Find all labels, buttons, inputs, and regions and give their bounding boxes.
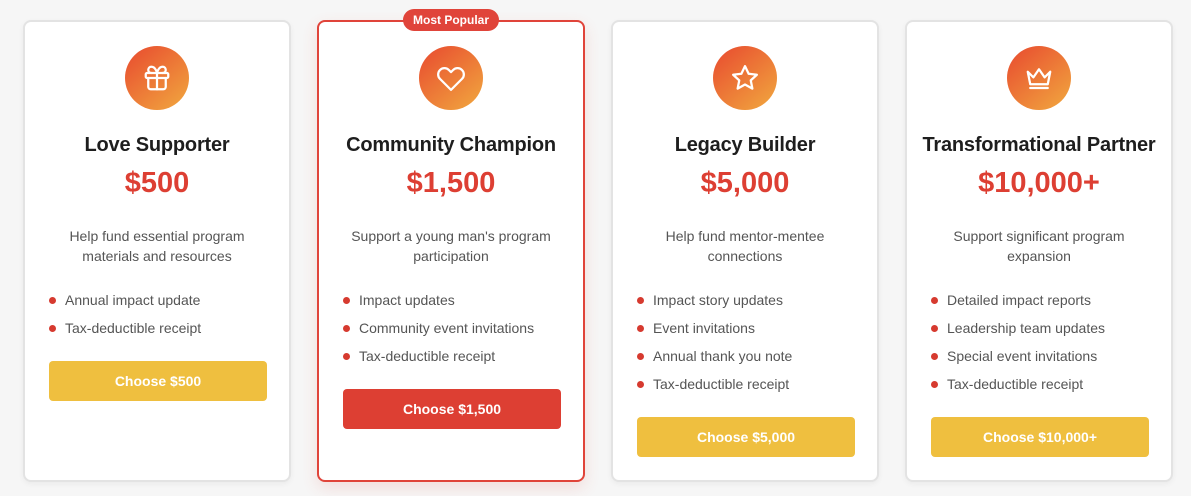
- benefit-item: Special event invitations: [931, 346, 1159, 374]
- benefit-item: Event invitations: [637, 318, 865, 346]
- benefit-text: Event invitations: [653, 320, 755, 336]
- choose-500-button[interactable]: Choose $500: [49, 361, 267, 401]
- tier-card-transformational-partner: Transformational Partner $10,000+ Suppor…: [905, 20, 1173, 482]
- tier-description: Support a young man's program participat…: [351, 228, 551, 264]
- benefit-item: Leadership team updates: [931, 318, 1159, 346]
- benefit-text: Impact story updates: [653, 292, 783, 308]
- crown-icon: [1007, 46, 1071, 110]
- tier-card-legacy-builder: Legacy Builder $5,000 Help fund mentor-m…: [611, 20, 879, 482]
- benefit-list: Impact story updates Event invitations A…: [637, 290, 865, 402]
- benefit-item: Tax-deductible receipt: [931, 374, 1159, 402]
- benefit-text: Leadership team updates: [947, 320, 1105, 336]
- tier-description: Support significant program expansion: [953, 228, 1125, 264]
- tier-price: $1,500: [406, 167, 496, 199]
- tier-price: $500: [124, 167, 190, 199]
- tier-card-love-supporter: Love Supporter $500 Help fund essential …: [23, 20, 291, 482]
- tier-description: Help fund essential program materials an…: [69, 228, 245, 264]
- heart-icon: [419, 46, 483, 110]
- bullet-icon: [49, 325, 56, 332]
- benefit-text: Tax-deductible receipt: [653, 376, 790, 392]
- bullet-icon: [637, 353, 644, 360]
- benefit-text: Detailed impact reports: [947, 292, 1091, 308]
- benefit-item: Annual thank you note: [637, 346, 865, 374]
- tier-price: $5,000: [700, 167, 790, 199]
- bullet-icon: [637, 325, 644, 332]
- tier-price: $10,000+: [978, 167, 1100, 199]
- bullet-icon: [343, 325, 350, 332]
- bullet-icon: [343, 297, 350, 304]
- tier-card-community-champion: Most Popular Community Champion $1,500 S…: [317, 9, 585, 482]
- bullet-icon: [49, 297, 56, 304]
- benefit-text: Impact updates: [359, 292, 455, 308]
- benefit-item: Impact story updates: [637, 290, 865, 318]
- benefit-text: Tax-deductible receipt: [359, 348, 496, 364]
- benefit-text: Annual thank you note: [653, 348, 793, 364]
- bullet-icon: [931, 297, 938, 304]
- benefit-text: Community event invitations: [359, 320, 535, 336]
- benefit-list: Annual impact update Tax-deductible rece…: [49, 290, 277, 346]
- bullet-icon: [931, 353, 938, 360]
- bullet-icon: [931, 381, 938, 388]
- star-icon: [713, 46, 777, 110]
- bullet-icon: [637, 381, 644, 388]
- benefit-text: Tax-deductible receipt: [65, 320, 202, 336]
- benefit-item: Detailed impact reports: [931, 290, 1159, 318]
- benefit-item: Tax-deductible receipt: [637, 374, 865, 402]
- choose-1500-button[interactable]: Choose $1,500: [343, 389, 561, 429]
- benefit-list: Detailed impact reports Leadership team …: [931, 290, 1159, 402]
- benefit-item: Impact updates: [343, 290, 571, 318]
- tier-title: Love Supporter: [84, 134, 230, 156]
- choose-5000-button[interactable]: Choose $5,000: [637, 417, 855, 457]
- bullet-icon: [931, 325, 938, 332]
- benefit-item: Tax-deductible receipt: [343, 346, 571, 374]
- bullet-icon: [637, 297, 644, 304]
- benefit-list: Impact updates Community event invitatio…: [343, 290, 571, 374]
- benefit-text: Special event invitations: [947, 348, 1098, 364]
- tier-title: Transformational Partner: [922, 134, 1156, 156]
- bullet-icon: [343, 353, 350, 360]
- benefit-item: Annual impact update: [49, 290, 277, 318]
- tier-title: Legacy Builder: [674, 134, 816, 156]
- most-popular-badge: Most Popular: [402, 9, 500, 31]
- benefit-text: Annual impact update: [65, 292, 201, 308]
- benefit-item: Tax-deductible receipt: [49, 318, 277, 346]
- tier-description: Help fund mentor-mentee connections: [665, 228, 825, 264]
- benefit-text: Tax-deductible receipt: [947, 376, 1084, 392]
- tier-title: Community Champion: [346, 134, 556, 156]
- choose-10000-button[interactable]: Choose $10,000+: [931, 417, 1149, 457]
- benefit-item: Community event invitations: [343, 318, 571, 346]
- gift-icon: [125, 46, 189, 110]
- donation-tiers: Love Supporter $500 Help fund essential …: [0, 0, 1191, 496]
